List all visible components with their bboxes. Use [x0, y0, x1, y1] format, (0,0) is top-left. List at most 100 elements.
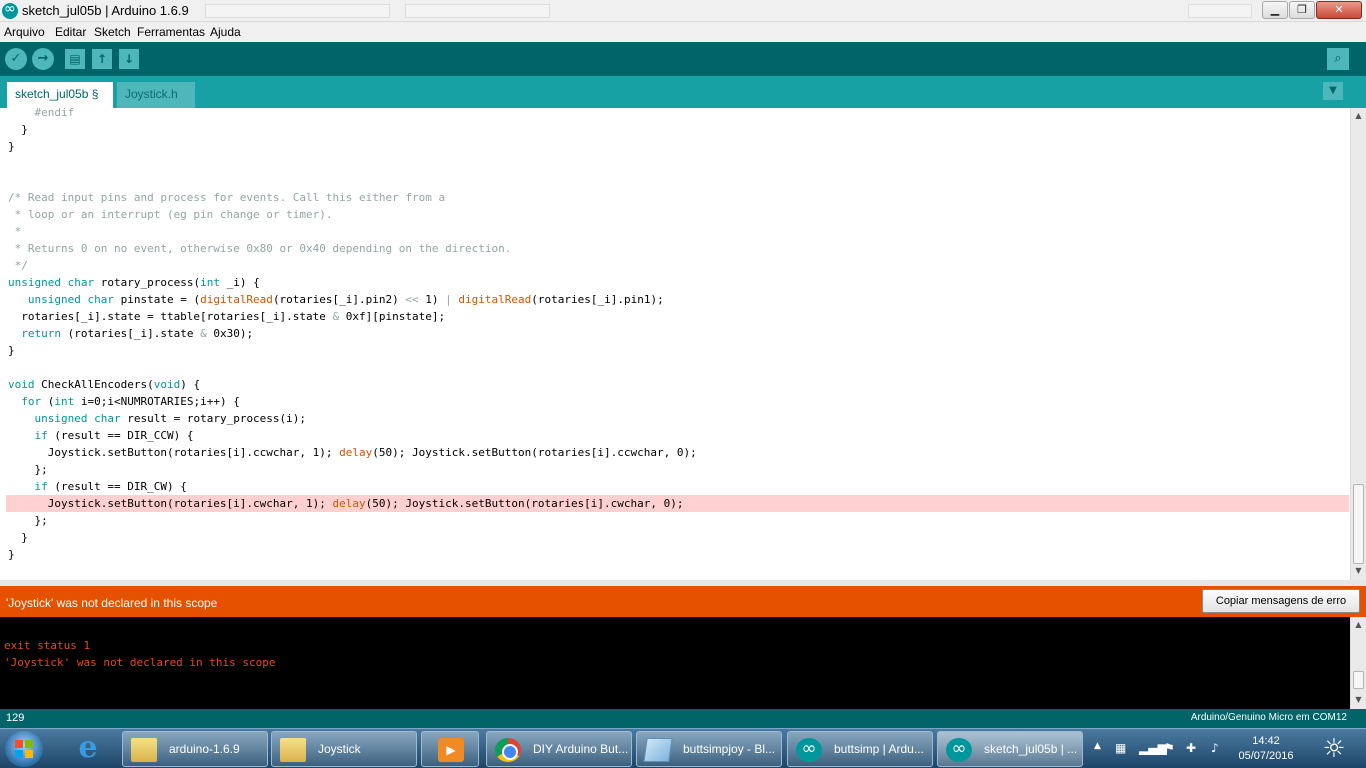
windows-logo-icon [15, 740, 33, 758]
taskbar-item-label: buttsimp | Ardu... [834, 742, 924, 756]
tray-expand-icon[interactable]: ▲ [1094, 741, 1101, 751]
editor-scroll-thumb[interactable] [1353, 484, 1364, 564]
network-signal-icon[interactable]: ▂▄▆ [1139, 741, 1167, 755]
media-player-icon: ▶ [438, 738, 464, 762]
tab-bar: sketch_jul05b § Joystick.h § ▼ [0, 76, 1366, 125]
upload-icon[interactable]: → [32, 48, 54, 70]
menu-ajuda[interactable]: Ajuda [210, 25, 241, 39]
maximize-button[interactable]: ❐ [1289, 1, 1315, 19]
board-port-info: Arduino/Genuino Micro em COM12 [1190, 712, 1347, 723]
taskbar-item-sketch[interactable]: ∞ sketch_jul05b | ... [937, 731, 1083, 767]
background-tab-ghost [1188, 4, 1252, 18]
code-line: } [8, 140, 15, 153]
arduino-app-icon [2, 1, 18, 19]
menu-bar: Arquivo Editar Sketch Ferramentas Ajuda [0, 22, 1366, 42]
windows-taskbar: e arduino-1.6.9 Joystick ▶ DIY Arduino B… [0, 728, 1366, 768]
folder-icon [131, 738, 157, 762]
line-number: 129 [6, 712, 25, 724]
start-button[interactable] [5, 731, 43, 767]
sun-brightness-icon[interactable]: ☼ [1318, 733, 1350, 765]
notepad-icon [643, 738, 673, 762]
menu-editar[interactable]: Editar [55, 25, 86, 39]
clock-date: 05/07/2016 [1238, 750, 1294, 762]
code-line: * [8, 225, 22, 238]
new-sketch-icon[interactable]: ▤ [65, 49, 85, 69]
system-clock[interactable]: 14:42 05/07/2016 [1236, 734, 1296, 764]
background-tab-ghost [405, 4, 550, 18]
code-line: Joystick.setButton(rotaries[i].cwchar, 1… [8, 497, 684, 510]
code-line: void CheckAllEncoders(void) { [8, 378, 201, 391]
code-line: }; [8, 463, 48, 476]
serial-monitor-icon[interactable]: ⌕ [1327, 48, 1349, 70]
minimize-button[interactable]: ▁ [1262, 1, 1288, 19]
toolbar: ✓ → ▤ ↑ ↓ ⌕ [0, 42, 1366, 76]
code-line: } [8, 123, 28, 136]
code-line: for (int i=0;i<NUMROTARIES;i++) { [21, 395, 240, 408]
status-bar: 129 Arduino/Genuino Micro em COM12 [0, 709, 1366, 728]
console-line: 'Joystick' was not declared in this scop… [4, 656, 276, 669]
console-output: exit status 1 'Joystick' was not declare… [0, 617, 1366, 709]
open-sketch-icon[interactable]: ↑ [92, 49, 112, 69]
code-line: }; [8, 514, 48, 527]
menu-sketch[interactable]: Sketch [94, 25, 131, 39]
code-line: unsigned char pinstate = (digitalRead(ro… [27, 293, 664, 306]
code-line: } [8, 344, 15, 357]
taskbar-item-label: DIY Arduino But... [533, 742, 629, 756]
arduino-icon: ∞ [946, 738, 972, 762]
window-title: sketch_jul05b | Arduino 1.6.9 [22, 3, 189, 18]
copy-error-messages-button[interactable]: Copiar mensagens de erro [1202, 589, 1360, 613]
title-bar: sketch_jul05b | Arduino 1.6.9 ▁ ❐ ✕ [0, 0, 1366, 22]
code-line: Joystick.setButton(rotaries[i].ccwchar, … [8, 446, 697, 459]
internet-explorer-icon[interactable]: e [72, 733, 104, 765]
code-line: unsigned char rotary_process(int _i) { [8, 276, 260, 289]
scroll-down-icon[interactable]: ▼ [1351, 564, 1366, 578]
taskbar-item-arduino-folder[interactable]: arduino-1.6.9 [122, 731, 268, 767]
editor-scrollbar[interactable]: ▲ ▼ [1350, 108, 1366, 580]
code-line: if (result == DIR_CCW) { [34, 429, 194, 442]
code-line: } [8, 531, 28, 544]
tab-sketch-jul05b[interactable]: sketch_jul05b § [7, 82, 113, 108]
tab-joystick-h[interactable]: Joystick.h § [117, 82, 195, 125]
code-line: #endif [8, 108, 75, 119]
code-line: */ [8, 259, 28, 272]
scroll-up-icon[interactable]: ▲ [1351, 618, 1366, 632]
action-center-icon[interactable]: ▦ [1115, 741, 1126, 755]
taskbar-item-label: Joystick [318, 742, 361, 756]
code-line: /* Read input pins and process for event… [8, 191, 446, 204]
flag-icon[interactable]: ⚑ [1164, 741, 1175, 755]
code-line: * Returns 0 on no event, otherwise 0x80 … [8, 242, 512, 255]
clock-time: 14:42 [1252, 735, 1280, 747]
arduino-icon: ∞ [796, 738, 822, 762]
verify-icon[interactable]: ✓ [5, 48, 27, 70]
tab-menu-chevron-down-icon[interactable]: ▼ [1323, 82, 1343, 100]
save-sketch-icon[interactable]: ↓ [119, 49, 139, 69]
close-button[interactable]: ✕ [1316, 1, 1362, 19]
code-line: rotaries[_i].state = ttable[rotaries[_i]… [8, 310, 446, 323]
volume-icon[interactable]: ♪ [1211, 741, 1219, 755]
taskbar-item-label: buttsimpjoy - Bl... [683, 742, 776, 756]
console-scrollbar[interactable]: ▲ ▼ [1350, 617, 1366, 709]
taskbar-item-media-player[interactable]: ▶ [421, 731, 479, 767]
scroll-up-icon[interactable]: ▲ [1351, 109, 1366, 123]
taskbar-item-label: arduino-1.6.9 [169, 742, 240, 756]
scroll-down-icon[interactable]: ▼ [1351, 693, 1366, 707]
menu-ferramentas[interactable]: Ferramentas [137, 25, 205, 39]
folder-icon [280, 738, 306, 762]
background-tab-ghost [205, 4, 390, 18]
error-message: 'Joystick' was not declared in this scop… [6, 596, 218, 610]
taskbar-item-label: sketch_jul05b | ... [984, 742, 1078, 756]
taskbar-item-buttsimp[interactable]: ∞ buttsimp | Ardu... [787, 731, 933, 767]
menu-arquivo[interactable]: Arquivo [4, 25, 45, 39]
taskbar-item-notepad[interactable]: buttsimpjoy - Bl... [636, 731, 782, 767]
code-line: return (rotaries[_i].state & 0x30); [21, 327, 254, 340]
code-line: } [8, 548, 15, 561]
console-scroll-thumb[interactable] [1353, 671, 1364, 689]
code-line: * loop or an interrupt (eg pin change or… [8, 208, 333, 221]
code-line: if (result == DIR_CW) { [34, 480, 187, 493]
taskbar-item-chrome[interactable]: DIY Arduino But... [486, 731, 632, 767]
taskbar-item-joystick-folder[interactable]: Joystick [271, 731, 417, 767]
chrome-icon [495, 738, 521, 762]
code-editor[interactable]: #endif }} /* Read input pins and process … [0, 108, 1350, 580]
console-line: exit status 1 [4, 639, 91, 652]
security-icon[interactable]: ✚ [1186, 741, 1196, 755]
